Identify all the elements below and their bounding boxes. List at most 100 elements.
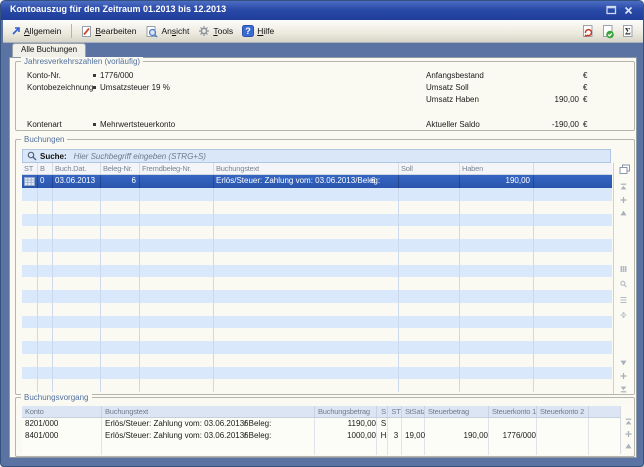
close-button[interactable] (622, 4, 635, 16)
find-icon[interactable] (619, 280, 628, 288)
cell (140, 303, 214, 316)
table-empty-row[interactable] (22, 379, 612, 392)
cell (214, 214, 399, 227)
search-bar[interactable]: Suche: Hier Suchbegriff eingeben (STRG+S… (22, 149, 611, 163)
search-icon (27, 151, 37, 161)
column-header-buchungstext[interactable]: Buchungstext (102, 406, 315, 417)
cell (38, 188, 53, 201)
table-empty-row[interactable] (22, 188, 612, 201)
currency-symbol: € (583, 71, 587, 80)
cell (399, 277, 460, 290)
column-header-beleg-nr[interactable]: Beleg-Nr. (101, 163, 140, 174)
cell (140, 188, 214, 201)
cell (388, 442, 402, 455)
scroll-down-icon[interactable] (619, 359, 628, 367)
column-header-soll[interactable]: Soll (399, 163, 460, 174)
menu-bearbeiten[interactable]: Bearbeiten (80, 25, 136, 38)
cell-s: S (377, 418, 388, 430)
column-header-st[interactable]: ST (22, 163, 38, 174)
column-header-haben[interactable]: Haben (460, 163, 534, 174)
scroll-up-icon[interactable] (624, 442, 633, 450)
group-buchungen: Buchungen Suche: Hier Suchbegriff eingeb… (15, 139, 635, 395)
booking-row-selected[interactable]: 0 03.06.2013 6 Erlös/Steuer: Zahlung vom… (22, 175, 612, 188)
cell (399, 239, 460, 252)
column-header-s[interactable]: S (377, 406, 388, 417)
view-magnifier-icon (145, 25, 158, 38)
group-buchungsvorgang: Buchungsvorgang Konto Buchungstext Buchu… (15, 397, 635, 457)
table-empty-row[interactable] (22, 265, 612, 278)
table-empty-row[interactable] (22, 201, 612, 214)
menu-allgemein[interactable]: Allgemein (11, 26, 61, 36)
table-empty-row[interactable] (22, 239, 612, 252)
column-header-steuerkonto1[interactable]: Steuerkonto 1 (489, 406, 537, 417)
document-check-button[interactable] (600, 24, 615, 39)
scroll-up-page-icon[interactable] (619, 196, 628, 204)
table-empty-row[interactable] (22, 328, 612, 341)
table-empty-row[interactable] (22, 341, 612, 354)
column-header-st[interactable]: ST (388, 406, 402, 417)
column-header-buchungsbetrag[interactable]: Buchungsbetrag (315, 406, 377, 417)
column-chooser-icon[interactable] (619, 164, 631, 175)
menu-tools[interactable]: Tools (198, 25, 233, 37)
scroll-up-icon[interactable] (619, 209, 628, 217)
column-header-stsatz[interactable]: StSatz (402, 406, 425, 417)
menu-ansicht[interactable]: Ansicht (145, 25, 189, 38)
transaction-row[interactable]: 8201/000 Erlös/Steuer: Zahlung vom: 03.0… (22, 418, 620, 430)
document-refresh-button[interactable] (580, 24, 595, 39)
column-header-steuerkonto2[interactable]: Steuerkonto 2 (537, 406, 589, 417)
column-header-konto[interactable]: Konto (22, 406, 102, 417)
transaction-row-empty[interactable] (22, 442, 620, 455)
table-empty-row[interactable] (22, 252, 612, 265)
table-empty-row[interactable] (22, 354, 612, 367)
table-empty-row[interactable] (22, 214, 612, 227)
menu-hilfe[interactable]: ? Hilfe (242, 25, 274, 37)
columns-icon[interactable] (619, 265, 628, 273)
cell (460, 290, 534, 303)
table-empty-row[interactable] (22, 277, 612, 290)
table-empty-row[interactable] (22, 316, 612, 329)
table-empty-row[interactable] (22, 303, 612, 316)
table-empty-row[interactable] (22, 367, 612, 380)
table-empty-row[interactable] (22, 226, 612, 239)
scroll-to-top-icon[interactable] (624, 418, 633, 426)
scroll-to-bottom-icon[interactable] (619, 385, 628, 393)
column-header-buchungstext[interactable]: Buchungstext (214, 163, 399, 174)
anfangsbestand-label: Anfangsbestand (426, 71, 484, 80)
help-icon: ? (242, 25, 254, 37)
tab-label: Alle Buchungen (21, 45, 77, 54)
restore-button[interactable] (605, 4, 618, 16)
cell (22, 328, 38, 341)
rows-icon[interactable] (619, 296, 628, 304)
cell (140, 367, 214, 380)
scroll-up-page-icon[interactable] (624, 430, 633, 438)
cell (534, 290, 612, 303)
cell (53, 239, 101, 252)
cell (460, 316, 534, 329)
cell (534, 303, 612, 316)
cell (214, 303, 399, 316)
split-icon[interactable] (619, 311, 628, 319)
arrow-ne-icon (11, 26, 21, 36)
cell (460, 214, 534, 227)
screen: Kontoauszug für den Zeitraum 01.2013 bis… (0, 0, 644, 467)
column-header-b[interactable]: B (38, 163, 53, 174)
cell (38, 354, 53, 367)
document-sum-button[interactable]: Σ (620, 24, 635, 39)
column-header-fremdbeleg-nr[interactable]: Fremdbeleg-Nr. (140, 163, 214, 174)
cell-fremdbeleg-nr (140, 175, 214, 188)
cell-konto: 8401/000 (22, 430, 102, 442)
cell (214, 239, 399, 252)
transaction-row[interactable]: 8401/000 Erlös/Steuer: Zahlung vom: 03.0… (22, 430, 620, 442)
scroll-down-page-icon[interactable] (619, 372, 628, 380)
cell-betrag: 1000,00 (315, 430, 377, 442)
cell-st: 3 (388, 430, 402, 442)
column-header-steuerbetrag[interactable]: Steuerbetrag (425, 406, 489, 417)
scroll-to-top-icon[interactable] (619, 183, 628, 191)
cell (589, 442, 620, 455)
cell (534, 252, 612, 265)
tab-alle-buchungen[interactable]: Alle Buchungen (12, 43, 86, 57)
cell (38, 316, 53, 329)
column-header-buchdat[interactable]: Buch.Dat. (53, 163, 101, 174)
cell (101, 265, 140, 278)
table-empty-row[interactable] (22, 290, 612, 303)
